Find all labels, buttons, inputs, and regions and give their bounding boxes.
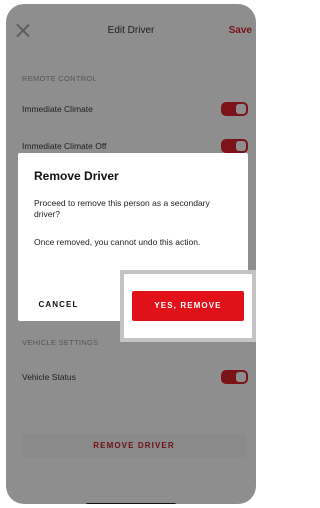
dialog-message: Proceed to remove this person as a secon… <box>34 198 210 219</box>
immediate-climate-off-toggle[interactable] <box>221 139 248 153</box>
immediate-climate-toggle[interactable] <box>221 102 248 116</box>
confirm-button-highlight: YES, REMOVE <box>120 270 256 342</box>
home-indicator <box>86 503 176 504</box>
row-immediate-climate-off-label: Immediate Climate Off <box>22 141 107 151</box>
row-vehicle-status-label: Vehicle Status <box>22 372 76 382</box>
yes-remove-button[interactable]: YES, REMOVE <box>132 291 244 321</box>
section-vehicle-settings: VEHICLE SETTINGS <box>22 338 99 347</box>
remove-driver-button[interactable]: REMOVE DRIVER <box>22 434 246 458</box>
page-title: Edit Driver <box>107 25 155 36</box>
cancel-button[interactable]: CANCEL <box>26 300 91 309</box>
vehicle-status-toggle[interactable] <box>221 370 248 384</box>
header: Edit Driver Save <box>6 4 256 56</box>
row-immediate-climate-label: Immediate Climate <box>22 104 93 114</box>
dialog-warning: Once removed, you cannot undo this actio… <box>34 237 201 247</box>
section-remote-control: REMOTE CONTROL <box>22 74 98 83</box>
save-button[interactable]: Save <box>229 25 252 36</box>
dialog-title: Remove Driver <box>34 169 119 183</box>
